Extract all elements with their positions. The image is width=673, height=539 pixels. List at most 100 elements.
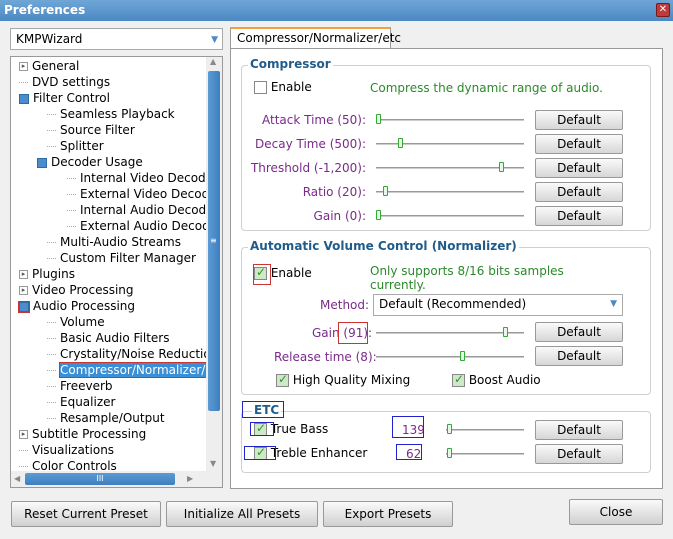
tree-item[interactable]: ▸ Plugins [19, 266, 75, 282]
tree-connector [19, 82, 28, 83]
tree-item-label: External Video Decoder [80, 187, 222, 201]
tree-item-label: Subtitle Processing [32, 427, 147, 441]
scroll-left-icon[interactable]: ◀ [14, 474, 20, 483]
slider-thumb[interactable] [383, 186, 388, 196]
tree-item[interactable]: ▸ Subtitle Processing [19, 426, 146, 442]
highlight-box [396, 444, 422, 460]
tree-item-label: Basic Audio Filters [60, 331, 170, 345]
release-slider[interactable] [376, 351, 524, 363]
collapse-icon[interactable] [19, 93, 29, 104]
close-icon[interactable]: ✕ [656, 3, 670, 17]
export-presets-button[interactable]: Export Presets [323, 501, 453, 527]
normalizer-gain-slider[interactable] [376, 327, 524, 339]
collapse-icon[interactable] [18, 300, 30, 313]
tree-vertical-scrollbar[interactable]: ▲ ≡ ▼ [206, 57, 222, 471]
slider-thumb[interactable] [376, 114, 381, 124]
tree-item[interactable]: Custom Filter Manager [47, 250, 196, 266]
tree-item[interactable]: Freeverb [47, 378, 113, 394]
compressor-slider[interactable] [376, 186, 524, 198]
slider-thumb[interactable] [447, 424, 453, 434]
tree-connector [47, 402, 56, 403]
method-dropdown[interactable]: Default (Recommended) ▼ [373, 294, 623, 316]
preset-dropdown[interactable]: KMPWizard ▼ [10, 28, 223, 50]
default-button[interactable]: Default [535, 110, 623, 130]
tree-item-label: Decoder Usage [51, 155, 143, 169]
default-button[interactable]: Default [535, 444, 623, 464]
tree-item[interactable]: Splitter [47, 138, 104, 154]
expand-icon[interactable]: ▸ [19, 270, 28, 279]
slider-thumb[interactable] [398, 138, 404, 148]
scroll-down-icon[interactable]: ▼ [210, 459, 216, 468]
slider-thumb[interactable] [447, 448, 453, 458]
default-button[interactable]: Default [535, 134, 623, 154]
tree-item[interactable]: ▸ General [19, 58, 79, 74]
hq-mixing-checkbox[interactable] [276, 372, 289, 387]
slider-thumb[interactable] [460, 351, 465, 361]
title-bar: Preferences ✕ [0, 0, 673, 21]
tree-item[interactable]: Audio Processing [18, 298, 135, 314]
slider-thumb[interactable] [376, 210, 381, 220]
tree-connector [19, 450, 28, 451]
tree-item[interactable]: Resample/Output [47, 410, 165, 426]
tree-item[interactable]: Multi-Audio Streams [47, 234, 181, 250]
gain-default-button[interactable]: Default [535, 322, 623, 342]
tree-item[interactable]: Equalizer [47, 394, 115, 410]
tree-item[interactable]: External Video Decoder [67, 186, 222, 202]
expand-icon[interactable]: ▸ [19, 62, 28, 71]
default-button[interactable]: Default [535, 182, 623, 202]
default-button[interactable]: Default [535, 158, 623, 178]
compressor-slider[interactable] [376, 138, 524, 150]
release-label: Release time (8): [274, 350, 377, 364]
scrollbar-thumb[interactable]: ≡ [208, 71, 220, 411]
tree-horizontal-scrollbar[interactable]: ◀ III ▶ [11, 471, 222, 487]
tree-item[interactable]: Decoder Usage [37, 154, 143, 170]
slider-thumb[interactable] [499, 162, 505, 172]
tree-connector [47, 114, 56, 115]
tree-connector [47, 130, 56, 131]
tree-item[interactable]: Compressor/Normalizer/etc [47, 362, 222, 378]
initialize-presets-button[interactable]: Initialize All Presets [166, 501, 318, 527]
compressor-slider[interactable] [376, 210, 524, 222]
tree-item[interactable]: Volume [47, 314, 105, 330]
tree-item[interactable]: Crystality/Noise Reduction [47, 346, 218, 362]
compressor-slider[interactable] [376, 162, 524, 174]
compressor-enable-checkbox[interactable] [254, 81, 267, 94]
tree-item[interactable]: External Audio Decoder [67, 218, 222, 234]
tree-connector [67, 178, 76, 179]
compressor-slider-label: Gain (0): [313, 209, 366, 223]
etc-slider[interactable] [446, 424, 524, 436]
tree-item[interactable]: Filter Control [19, 90, 110, 106]
scroll-right-icon[interactable]: ▶ [187, 474, 193, 483]
release-default-button[interactable]: Default [535, 346, 623, 366]
compressor-enable[interactable]: Enable [254, 80, 312, 94]
reset-preset-button[interactable]: Reset Current Preset [11, 501, 161, 527]
tab-compressor[interactable]: Compressor/Normalizer/etc [230, 27, 401, 49]
tree-item[interactable]: Basic Audio Filters [47, 330, 169, 346]
highlight-box [242, 401, 284, 418]
tree-item[interactable]: Seamless Playback [47, 106, 175, 122]
tree-item[interactable]: Internal Video Decoder [67, 170, 218, 186]
boost-audio-label: Boost Audio [468, 373, 541, 387]
collapse-icon[interactable] [37, 157, 47, 168]
expand-icon[interactable]: ▸ [19, 430, 28, 439]
expand-icon[interactable]: ▸ [19, 286, 28, 295]
tree-item-label: Multi-Audio Streams [60, 235, 181, 249]
etc-slider[interactable] [446, 448, 524, 460]
default-button[interactable]: Default [535, 206, 623, 226]
boost-audio[interactable]: Boost Audio [452, 372, 541, 387]
tree-item-label: Internal Audio Decoder [80, 203, 219, 217]
hq-mixing[interactable]: High Quality Mixing [276, 372, 410, 387]
compressor-slider-label: Ratio (20): [302, 185, 366, 199]
close-button[interactable]: Close [569, 499, 663, 525]
compressor-slider[interactable] [376, 114, 524, 126]
default-button[interactable]: Default [535, 420, 623, 440]
tree-item[interactable]: ▸ Video Processing [19, 282, 134, 298]
tree-item[interactable]: Visualizations [19, 442, 114, 458]
slider-thumb[interactable] [503, 327, 509, 337]
scroll-up-icon[interactable]: ▲ [210, 57, 216, 66]
tree-item[interactable]: DVD settings [19, 74, 110, 90]
tree-item[interactable]: Source Filter [47, 122, 135, 138]
tree-item[interactable]: Internal Audio Decoder [67, 202, 218, 218]
boost-audio-checkbox[interactable] [452, 372, 465, 387]
hscrollbar-thumb[interactable]: III [25, 473, 175, 485]
